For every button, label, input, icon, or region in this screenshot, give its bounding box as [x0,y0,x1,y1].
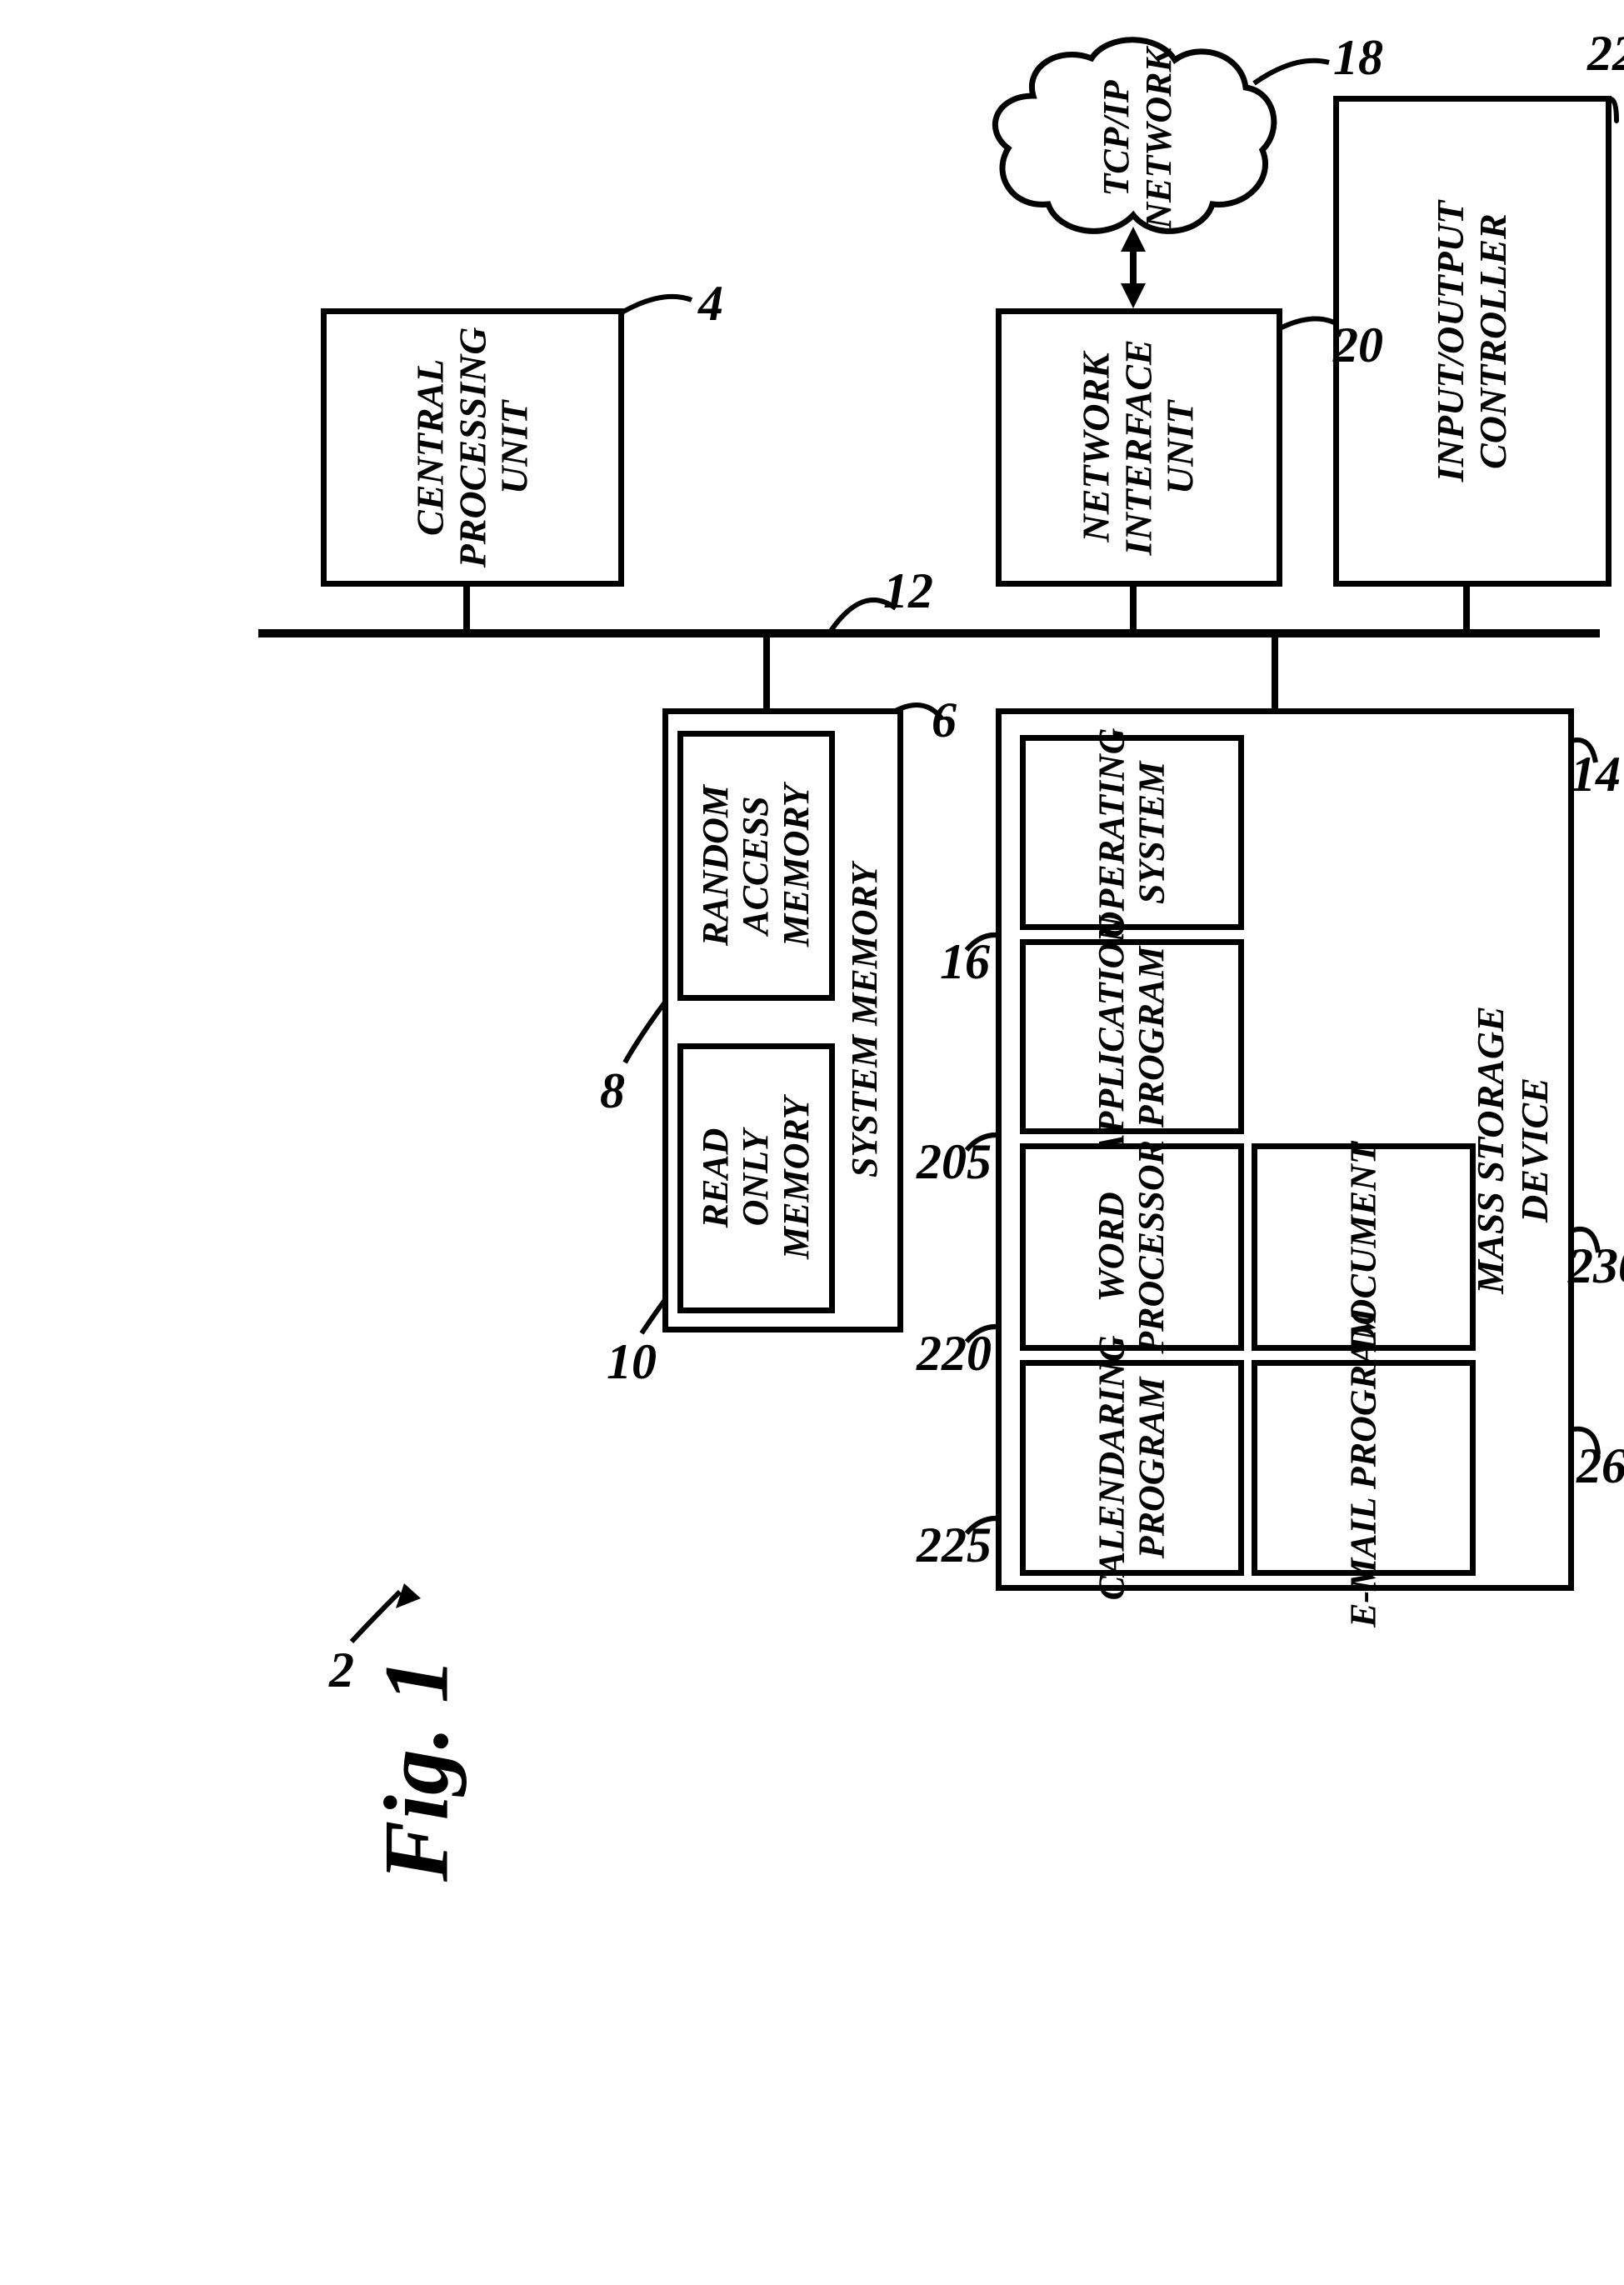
ref-nic: 20 [1333,317,1383,374]
cloud-label: TCP/IPNETWORK [1042,96,1233,181]
ref-storage: 14 [1571,746,1621,803]
figure-label: Fig. 1 [292,1717,542,1822]
cpu-text: CENTRAL PROCESSING UNIT [409,328,536,568]
nic-block: NETWORK INTERFACE UNIT [996,308,1282,587]
ref-rom: 10 [607,1333,657,1391]
ref-sysmem: 6 [932,692,957,749]
ref-overall: 2 [329,1642,354,1699]
operating-system-block: OPERATINGSYSTEM [1020,735,1244,930]
nic-text: NETWORK INTERFACE UNIT [1076,339,1202,555]
ref-app: 205 [917,1133,992,1191]
ref-cpu: 4 [698,275,723,332]
mass-storage-title: MASS STORAGEDEVICE [1468,1006,1557,1294]
ref-cloud: 18 [1333,29,1383,87]
word-processor-block: WORDPROCESSOR [1020,1143,1244,1351]
rom-block: READ ONLY MEMORY [677,1043,835,1313]
cpu-block: CENTRAL PROCESSING UNIT [321,308,624,587]
system-memory-block: SYSTEM MEMORY RANDOM ACCESS MEMORY READ … [662,708,903,1332]
ref-doc: 230 [1568,1238,1624,1295]
calendaring-program-block: CALENDARINGPROGRAM [1020,1360,1244,1576]
ref-os: 16 [940,933,990,991]
ref-ioctrl: 22 [1587,25,1624,82]
ref-cal: 225 [917,1517,992,1574]
application-program-block: APPLICATIONPROGRAM [1020,939,1244,1134]
ref-ram: 8 [600,1062,625,1120]
ram-block: RANDOM ACCESS MEMORY [677,731,835,1001]
ref-email: 26 [1577,1438,1624,1495]
system-memory-title: SYSTEM MEMORY [843,863,886,1178]
io-controller-text: INPUT/OUTPUT CONTROLLER [1430,201,1514,482]
ref-wp: 220 [917,1325,992,1382]
ref-bus: 12 [883,562,933,620]
mass-storage-block: MASS STORAGEDEVICE OPERATINGSYSTEM APPLI… [996,708,1574,1591]
email-program-block: E-MAIL PROGRAM [1252,1360,1476,1576]
